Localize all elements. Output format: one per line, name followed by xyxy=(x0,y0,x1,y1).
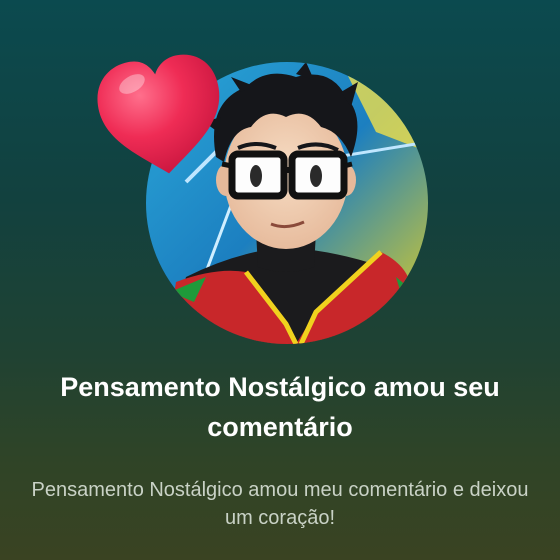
heart-icon xyxy=(94,52,228,180)
notification-title: Pensamento Nostálgico amou seu comentári… xyxy=(60,372,500,442)
notification-message: Pensamento Nostálgico amou meu comentári… xyxy=(31,479,529,529)
